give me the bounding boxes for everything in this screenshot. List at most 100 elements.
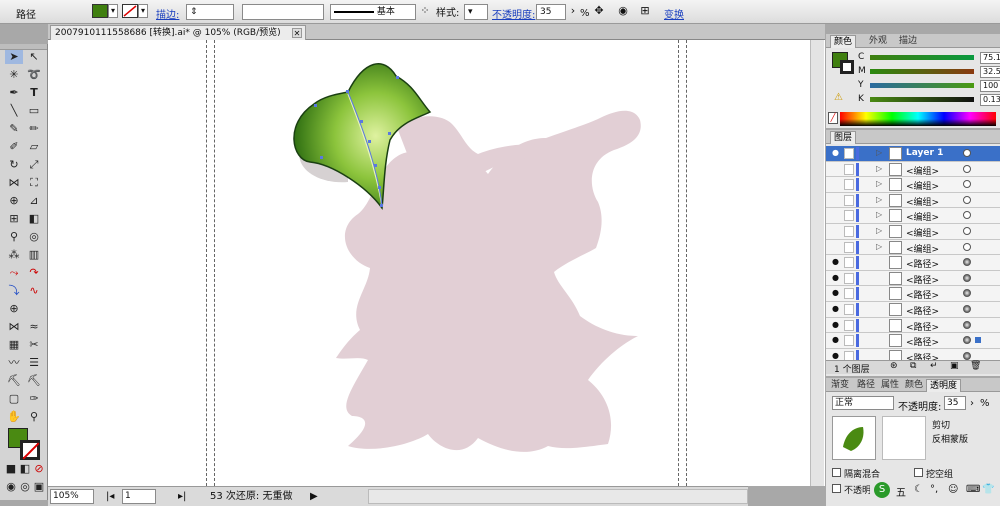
layer-row[interactable]: ● <路径> (826, 333, 1000, 349)
lock-toggle[interactable] (844, 350, 854, 360)
first-artboard-icon[interactable]: |◂ (106, 489, 114, 504)
emoji-icon[interactable]: ☺ (948, 484, 958, 495)
layer-name[interactable]: <路径> (906, 335, 939, 348)
free-transform-tool-icon[interactable]: ⛶ (25, 176, 43, 190)
visibility-icon[interactable] (832, 196, 840, 204)
fill-dropdown-icon[interactable]: ▾ (108, 4, 118, 18)
layer-name[interactable]: Layer 1 (906, 148, 943, 158)
twirl-tool-icon[interactable]: ≈ (25, 320, 43, 334)
stroke-weight-field[interactable]: ⇕ (186, 4, 234, 20)
target-icon[interactable] (963, 149, 971, 157)
opacity-mask-thumbnail[interactable] (882, 416, 926, 460)
skin-icon[interactable]: 👕 (982, 484, 994, 495)
target-icon[interactable] (963, 351, 971, 360)
layer-row[interactable]: ● <路径> (826, 301, 1000, 318)
target-icon[interactable] (963, 289, 971, 298)
yellow-slider[interactable] (870, 83, 974, 88)
direct-selection-tool-icon[interactable]: ↖ (25, 50, 43, 64)
stroke-color-box[interactable] (20, 440, 40, 460)
magenta-value[interactable]: 32.58 (980, 66, 1000, 78)
chevron-right-icon[interactable]: › (566, 4, 580, 18)
blend-tool-icon[interactable]: ◎ (25, 230, 43, 244)
expand-triangle-icon[interactable]: ▷ (876, 179, 882, 188)
screen-mode-icon[interactable]: ▣ (30, 480, 48, 494)
color-spectrum[interactable] (840, 112, 996, 126)
layer-row[interactable]: ▷ <编组> (826, 223, 1000, 240)
eraser-tool-icon[interactable]: ▱ (25, 140, 43, 154)
tab-attributes[interactable]: 属性 (878, 379, 902, 392)
expand-triangle-icon[interactable]: ▷ (876, 195, 882, 204)
red-wave-tool-icon[interactable]: ∿ (25, 284, 43, 298)
layer-name[interactable]: <路径> (906, 257, 939, 270)
visibility-icon[interactable] (832, 165, 840, 173)
lasso-tool-icon[interactable]: ➰ (25, 68, 43, 82)
lock-toggle[interactable] (844, 319, 854, 331)
align-icon[interactable]: ⊞ (638, 4, 652, 18)
align-tool-icon[interactable]: ☰ (25, 356, 43, 370)
lock-toggle[interactable] (844, 163, 854, 175)
warning-icon[interactable]: ⚠ (834, 92, 843, 103)
layer-name[interactable]: <路径> (906, 304, 939, 317)
tab-stroke[interactable]: 描边 (896, 35, 920, 48)
new-sublayer-icon[interactable]: ↵ (930, 361, 938, 371)
mesh-tool-icon[interactable]: ⊞ (5, 212, 23, 226)
magic-wand-tool-icon[interactable]: ✳ (5, 68, 23, 82)
black-slider-row[interactable]: K 0.13 % (856, 94, 1000, 106)
visibility-icon[interactable]: ● (832, 273, 840, 282)
visibility-icon[interactable]: ● (832, 351, 840, 360)
lock-toggle[interactable] (844, 194, 854, 206)
zoom-tool-icon[interactable]: ⚲ (25, 410, 43, 424)
vertical-scrollbar[interactable] (810, 40, 824, 486)
target-icon[interactable] (963, 211, 971, 220)
close-icon[interactable]: ✕ (292, 28, 302, 38)
layer-row[interactable]: ● <路径> (826, 317, 1000, 334)
cyan-slider[interactable] (870, 55, 974, 60)
lock-toggle[interactable] (844, 179, 854, 191)
ime-mode-icon[interactable]: 五 (896, 484, 906, 499)
target-icon[interactable] (963, 320, 971, 329)
none-color-icon[interactable]: ╱ (828, 112, 838, 124)
lock-toggle[interactable] (844, 288, 854, 300)
pen-tool-icon[interactable]: ✒ (5, 86, 23, 100)
lock-toggle[interactable] (844, 225, 854, 237)
artboard-field[interactable]: 1 (122, 489, 156, 504)
status-menu-icon[interactable]: ▶ (310, 489, 318, 504)
tab-color[interactable]: 颜色 (830, 35, 857, 48)
isolate-checkbox[interactable] (832, 468, 841, 477)
layer-row[interactable]: ▷ <编组> (826, 177, 1000, 193)
layer-row[interactable]: ● <路径> (826, 286, 1000, 302)
canvas[interactable] (48, 40, 825, 486)
tab-color-guide[interactable]: 颜色 (902, 379, 926, 392)
fill-swatch[interactable] (92, 4, 108, 18)
expand-triangle-icon[interactable]: ▷ (876, 164, 882, 173)
line-tool-icon[interactable]: ╲ (5, 104, 23, 118)
target-icon[interactable] (963, 273, 971, 282)
target-icon[interactable] (963, 242, 971, 251)
transform-link[interactable]: 变换 (664, 6, 684, 22)
layer-name[interactable]: <路径> (906, 273, 939, 286)
layer-name[interactable]: <编组> (906, 164, 939, 177)
slice-tool-icon[interactable]: ✑ (25, 392, 43, 406)
horizontal-scrollbar[interactable] (368, 489, 748, 504)
none-mode-icon[interactable]: ⊘ (30, 462, 48, 476)
visibility-icon[interactable]: ● (832, 304, 840, 313)
symbol-sprayer-tool-icon[interactable]: ⁂ (5, 248, 23, 262)
tab-appearance[interactable]: 外观 (866, 35, 890, 48)
visibility-icon[interactable]: ● (832, 258, 840, 266)
layer-name[interactable]: <编组> (906, 242, 939, 255)
hand-tool-icon[interactable]: ✋ (5, 410, 23, 424)
opacity-field[interactable]: 35 (944, 396, 966, 410)
blend-mode-select[interactable]: 正常 (832, 396, 894, 410)
layer-row[interactable]: ▷ <编组> (826, 208, 1000, 224)
delete-layer-icon[interactable]: 🗑 (970, 361, 981, 371)
globe-icon[interactable]: ◉ (616, 4, 630, 18)
opacity-mask-checkbox[interactable] (832, 484, 841, 493)
recolor-icon[interactable]: ✥ (592, 4, 606, 18)
opacity-chevron-icon[interactable]: › (970, 398, 974, 409)
stroke-swatch[interactable] (122, 4, 138, 18)
lock-toggle[interactable] (844, 241, 854, 253)
layer-name[interactable]: <路径> (906, 351, 939, 360)
tab-layers[interactable]: 图层 (830, 131, 857, 144)
warp-tool-icon[interactable]: ⋈ (5, 320, 23, 334)
expand-triangle-icon[interactable]: ▷ (876, 242, 882, 251)
